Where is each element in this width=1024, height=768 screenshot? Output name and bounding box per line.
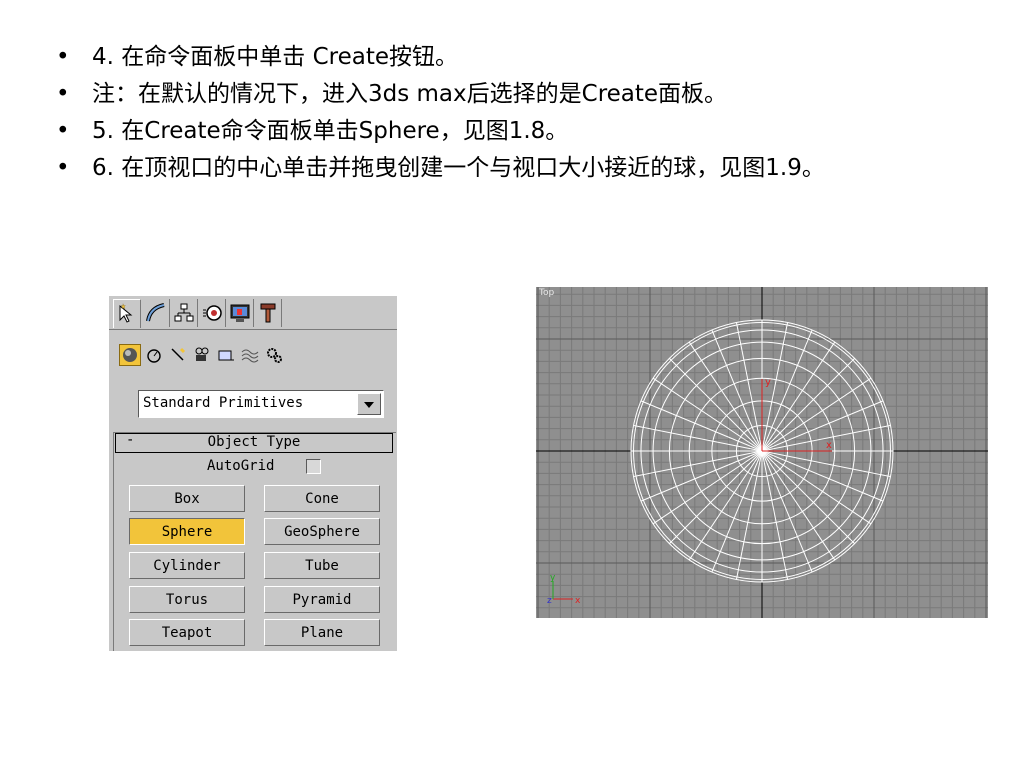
bullet-dot: • bbox=[56, 155, 70, 181]
shapes-icon[interactable] bbox=[143, 344, 165, 366]
hierarchy-tab-icon[interactable] bbox=[171, 299, 198, 327]
list-item-text: 5. 在Create命令面板单击Sphere，见图1.8。 bbox=[92, 118, 569, 144]
space-warps-icon[interactable] bbox=[239, 344, 261, 366]
rollout-header[interactable]: Object Type - bbox=[115, 432, 393, 453]
gizmo-x-label: x bbox=[575, 596, 581, 606]
cone-button[interactable]: Cone bbox=[264, 485, 380, 512]
plane-button[interactable]: Plane bbox=[264, 619, 380, 646]
geometry-icon[interactable] bbox=[119, 344, 141, 366]
dropdown-value: Standard Primitives bbox=[143, 395, 304, 411]
viewport-canvas: x y x y z bbox=[536, 287, 988, 618]
list-item-text: 4. 在命令面板中单击 Create按钮。 bbox=[92, 44, 458, 70]
tabs-divider bbox=[109, 329, 397, 330]
torus-button[interactable]: Torus bbox=[129, 586, 245, 613]
tube-button[interactable]: Tube bbox=[264, 552, 380, 579]
helpers-icon[interactable] bbox=[215, 344, 237, 366]
cameras-icon[interactable] bbox=[191, 344, 213, 366]
systems-icon[interactable] bbox=[263, 344, 285, 366]
command-panel-tabs bbox=[109, 296, 397, 332]
modify-tab-icon[interactable] bbox=[143, 299, 170, 327]
list-item-text: 注：在默认的情况下，进入3ds max后选择的是Create面板。 bbox=[92, 81, 728, 107]
lights-icon[interactable] bbox=[167, 344, 189, 366]
create-tab-icon[interactable] bbox=[113, 299, 141, 328]
rollout-title: Object Type bbox=[207, 434, 301, 450]
cylinder-button[interactable]: Cylinder bbox=[129, 552, 245, 579]
autogrid-checkbox[interactable] bbox=[306, 459, 321, 474]
list-item-text: 6. 在顶视口的中心单击并拖曳创建一个与视口大小接近的球，见图1.9。 bbox=[92, 155, 825, 181]
bullet-dot: • bbox=[56, 118, 70, 144]
box-button[interactable]: Box bbox=[129, 485, 245, 512]
collapse-icon[interactable]: - bbox=[126, 432, 134, 448]
local-y-label: y bbox=[765, 377, 771, 388]
instruction-list: • 4. 在命令面板中单击 Create按钮。 • 注：在默认的情况下，进入3ds … bbox=[52, 42, 972, 190]
chevron-down-icon[interactable] bbox=[357, 393, 381, 415]
motion-tab-icon[interactable] bbox=[199, 299, 226, 327]
bullet-dot: • bbox=[56, 44, 70, 70]
geosphere-button[interactable]: GeoSphere bbox=[264, 518, 380, 545]
viewport-label[interactable]: Top bbox=[539, 288, 554, 298]
display-tab-icon[interactable] bbox=[227, 299, 254, 327]
top-viewport[interactable]: x y x y z Top bbox=[536, 287, 988, 618]
autogrid-label: AutoGrid bbox=[207, 458, 275, 474]
utilities-tab-icon[interactable] bbox=[255, 299, 282, 327]
list-item: • 5. 在Create命令面板单击Sphere，见图1.8。 bbox=[52, 116, 972, 147]
gizmo-y-label: y bbox=[550, 573, 556, 583]
list-item: • 6. 在顶视口的中心单击并拖曳创建一个与视口大小接近的球，见图1.9。 bbox=[52, 153, 972, 184]
list-item: • 4. 在命令面板中单击 Create按钮。 bbox=[52, 42, 972, 73]
command-panel-screenshot: Standard Primitives Object Type - AutoGr… bbox=[109, 296, 397, 651]
list-item: • 注：在默认的情况下，进入3ds max后选择的是Create面板。 bbox=[52, 79, 972, 110]
local-x-label: x bbox=[826, 440, 832, 451]
sphere-button[interactable]: Sphere bbox=[129, 518, 245, 545]
gizmo-z-label: z bbox=[547, 596, 552, 606]
bullet-dot: • bbox=[56, 81, 70, 107]
primitive-type-dropdown[interactable]: Standard Primitives bbox=[138, 390, 384, 418]
teapot-button[interactable]: Teapot bbox=[129, 619, 245, 646]
pyramid-button[interactable]: Pyramid bbox=[264, 586, 380, 613]
